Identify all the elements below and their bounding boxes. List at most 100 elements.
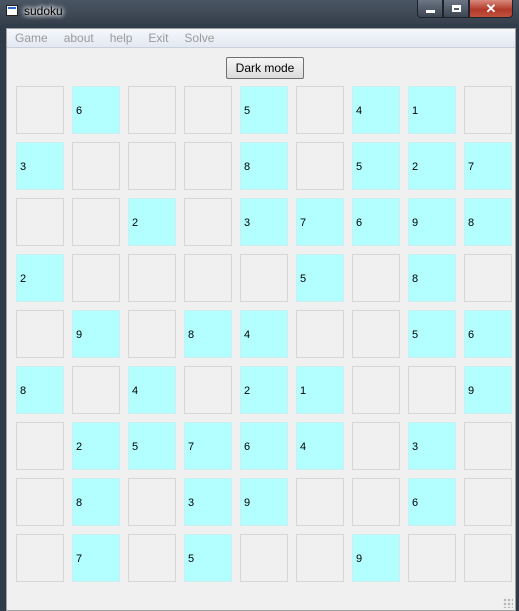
sudoku-cell-r8-c8[interactable]: 6 [408,478,456,526]
sudoku-cell-r6-c5[interactable]: 2 [240,366,288,414]
sudoku-cell-r3-c2[interactable] [72,198,120,246]
sudoku-cell-r2-c1[interactable]: 3 [16,142,64,190]
sudoku-cell-r1-c7[interactable]: 4 [352,86,400,134]
sudoku-cell-r8-c5[interactable]: 9 [240,478,288,526]
cell-value: 7 [300,217,307,229]
sudoku-cell-r7-c5[interactable]: 6 [240,422,288,470]
cell-value: 5 [412,329,419,341]
sudoku-cell-r9-c5[interactable] [240,534,288,582]
sudoku-cell-r8-c2[interactable]: 8 [72,478,120,526]
sudoku-cell-r4-c6[interactable]: 5 [296,254,344,302]
sudoku-cell-r2-c9[interactable]: 7 [464,142,512,190]
sudoku-cell-r1-c1[interactable] [16,86,64,134]
sudoku-cell-r4-c1[interactable]: 2 [16,254,64,302]
sudoku-cell-r5-c7[interactable] [352,310,400,358]
sudoku-cell-r4-c2[interactable] [72,254,120,302]
sudoku-cell-r7-c4[interactable]: 7 [184,422,232,470]
sudoku-cell-r2-c5[interactable]: 8 [240,142,288,190]
sudoku-cell-r4-c4[interactable] [184,254,232,302]
sudoku-cell-r7-c6[interactable]: 4 [296,422,344,470]
dark-mode-button[interactable]: Dark mode [226,57,304,79]
sudoku-cell-r9-c8[interactable] [408,534,456,582]
sudoku-cell-r6-c8[interactable] [408,366,456,414]
sudoku-cell-r4-c5[interactable] [240,254,288,302]
sudoku-cell-r9-c4[interactable]: 5 [184,534,232,582]
sudoku-cell-r6-c3[interactable]: 4 [128,366,176,414]
sudoku-cell-r6-c9[interactable]: 9 [464,366,512,414]
sudoku-cell-r1-c8[interactable]: 1 [408,86,456,134]
sudoku-cell-r7-c8[interactable]: 3 [408,422,456,470]
sudoku-cell-r9-c9[interactable] [464,534,512,582]
menu-exit[interactable]: Exit [140,29,176,47]
sudoku-cell-r3-c7[interactable]: 6 [352,198,400,246]
sudoku-cell-r4-c3[interactable] [128,254,176,302]
minimize-button[interactable] [417,0,443,18]
sudoku-cell-r3-c5[interactable]: 3 [240,198,288,246]
menu-game[interactable]: Game [7,29,56,47]
sudoku-cell-r4-c9[interactable] [464,254,512,302]
sudoku-cell-r7-c1[interactable] [16,422,64,470]
sudoku-cell-r3-c6[interactable]: 7 [296,198,344,246]
sudoku-cell-r3-c4[interactable] [184,198,232,246]
sudoku-cell-r2-c6[interactable] [296,142,344,190]
menu-about[interactable]: about [56,29,102,47]
sudoku-cell-r2-c7[interactable]: 5 [352,142,400,190]
sudoku-cell-r6-c1[interactable]: 8 [16,366,64,414]
menu-solve[interactable]: Solve [176,29,222,47]
sudoku-cell-r1-c2[interactable]: 6 [72,86,120,134]
sudoku-cell-r2-c3[interactable] [128,142,176,190]
maximize-button[interactable] [443,0,469,18]
sudoku-cell-r3-c9[interactable]: 8 [464,198,512,246]
cell-value: 7 [76,553,83,565]
sudoku-cell-r1-c6[interactable] [296,86,344,134]
sudoku-cell-r5-c6[interactable] [296,310,344,358]
close-button[interactable]: ✕ [469,0,513,18]
sudoku-cell-r5-c9[interactable]: 6 [464,310,512,358]
sudoku-cell-r1-c5[interactable]: 5 [240,86,288,134]
sudoku-cell-r3-c3[interactable]: 2 [128,198,176,246]
sudoku-cell-r2-c8[interactable]: 2 [408,142,456,190]
sudoku-cell-r5-c8[interactable]: 5 [408,310,456,358]
sudoku-cell-r3-c8[interactable]: 9 [408,198,456,246]
cell-value: 9 [468,385,475,397]
sudoku-cell-r4-c7[interactable] [352,254,400,302]
sudoku-cell-r6-c7[interactable] [352,366,400,414]
sudoku-cell-r8-c6[interactable] [296,478,344,526]
resize-grip-icon[interactable] [503,598,513,608]
sudoku-cell-r5-c4[interactable]: 8 [184,310,232,358]
sudoku-cell-r9-c1[interactable] [16,534,64,582]
sudoku-cell-r8-c7[interactable] [352,478,400,526]
sudoku-cell-r2-c4[interactable] [184,142,232,190]
sudoku-cell-r8-c4[interactable]: 3 [184,478,232,526]
sudoku-cell-r9-c2[interactable]: 7 [72,534,120,582]
cell-value: 3 [20,161,27,173]
title-bar[interactable]: sudoku ✕ [0,0,519,24]
sudoku-cell-r7-c2[interactable]: 2 [72,422,120,470]
sudoku-cell-r6-c6[interactable]: 1 [296,366,344,414]
sudoku-cell-r2-c2[interactable] [72,142,120,190]
sudoku-cell-r7-c3[interactable]: 5 [128,422,176,470]
sudoku-cell-r8-c1[interactable] [16,478,64,526]
sudoku-cell-r5-c2[interactable]: 9 [72,310,120,358]
menu-help[interactable]: help [102,29,141,47]
sudoku-cell-r5-c1[interactable] [16,310,64,358]
sudoku-cell-r1-c9[interactable] [464,86,512,134]
sudoku-cell-r5-c3[interactable] [128,310,176,358]
sudoku-cell-r9-c3[interactable] [128,534,176,582]
sudoku-cell-r1-c3[interactable] [128,86,176,134]
sudoku-cell-r1-c4[interactable] [184,86,232,134]
sudoku-cell-r4-c8[interactable]: 8 [408,254,456,302]
cell-value: 5 [356,161,363,173]
sudoku-cell-r6-c4[interactable] [184,366,232,414]
sudoku-cell-r9-c6[interactable] [296,534,344,582]
cell-value: 2 [132,217,139,229]
sudoku-cell-r5-c5[interactable]: 4 [240,310,288,358]
sudoku-cell-r7-c9[interactable] [464,422,512,470]
sudoku-cell-r6-c2[interactable] [72,366,120,414]
sudoku-cell-r3-c1[interactable] [16,198,64,246]
sudoku-cell-r8-c3[interactable] [128,478,176,526]
sudoku-cell-r8-c9[interactable] [464,478,512,526]
sudoku-cell-r9-c7[interactable]: 9 [352,534,400,582]
cell-value: 5 [132,441,139,453]
sudoku-cell-r7-c7[interactable] [352,422,400,470]
